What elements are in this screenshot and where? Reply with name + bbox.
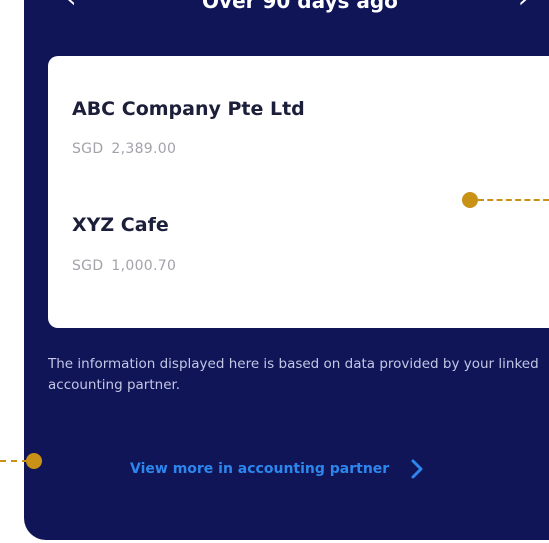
entry-amount: SGD 1,000.70	[72, 258, 176, 274]
data-source-disclaimer: The information displayed here is based …	[48, 356, 539, 393]
annotation-marker-dot	[26, 453, 42, 469]
entry-value: 1,000.70	[111, 258, 177, 274]
annotation-marker-line	[0, 460, 28, 462]
chevron-right-icon	[411, 459, 423, 479]
entry-currency: SGD	[72, 141, 104, 157]
period-title: Over 90 days ago	[202, 0, 398, 13]
entry-name: XYZ Cafe	[72, 214, 169, 236]
annotation-marker-dot	[462, 192, 478, 208]
annotation-marker-line	[478, 199, 549, 201]
entry-amount: SGD 2,389.00	[72, 141, 176, 157]
next-period-chevron-icon[interactable]: ›	[518, 0, 528, 14]
view-more-label: View more in accounting partner	[130, 461, 390, 477]
view-more-link[interactable]: View more in accounting partner	[130, 454, 427, 484]
entry-name: ABC Company Pte Ltd	[72, 98, 305, 120]
entry-value: 2,389.00	[111, 141, 177, 157]
entry-currency: SGD	[72, 258, 104, 274]
screen: ‹ Over 90 days ago › ABC Company Pte Ltd…	[0, 0, 549, 543]
